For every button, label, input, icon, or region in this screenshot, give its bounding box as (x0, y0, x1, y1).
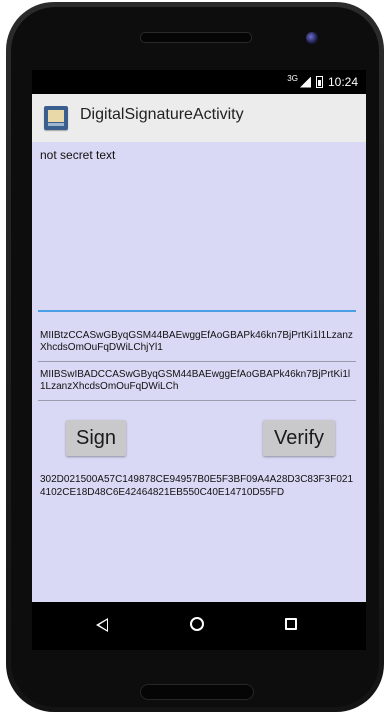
navigation-bar (32, 602, 366, 650)
battery-icon (315, 76, 323, 88)
home-icon[interactable] (190, 617, 204, 631)
private-key-field[interactable]: MIIBSwIBADCCASwGByqGSM44BAEwggEfAoGBAPk4… (38, 367, 356, 401)
recents-icon[interactable] (285, 618, 297, 630)
verify-button[interactable]: Verify (263, 420, 335, 456)
sign-button[interactable]: Sign (66, 420, 126, 456)
status-icons: 3G 10:24 (287, 73, 358, 90)
back-icon[interactable] (96, 618, 108, 632)
public-key-field[interactable]: MIIBtzCCASwGByqGSM44BAEwggEfAoGBAPk46kn7… (38, 328, 356, 362)
signal-icon (299, 76, 311, 88)
front-camera (306, 32, 318, 44)
content-area: not secret text MIIBtzCCASwGByqGSM44BAEw… (32, 142, 366, 602)
device-screen: 3G 10:24 DigitalSignatureActivity not se… (32, 70, 366, 650)
status-bar: 3G 10:24 (32, 70, 366, 94)
earpiece-speaker (140, 32, 252, 43)
status-time: 10:24 (327, 75, 358, 89)
network-type: 3G (287, 73, 298, 83)
signature-output: 302D021500A57C149878CE94957B0E5F3BF09A4A… (40, 474, 354, 498)
app-icon (44, 106, 68, 130)
bottom-speaker (140, 684, 254, 700)
activity-title: DigitalSignatureActivity (80, 106, 244, 123)
message-input[interactable]: not secret text (38, 146, 356, 312)
